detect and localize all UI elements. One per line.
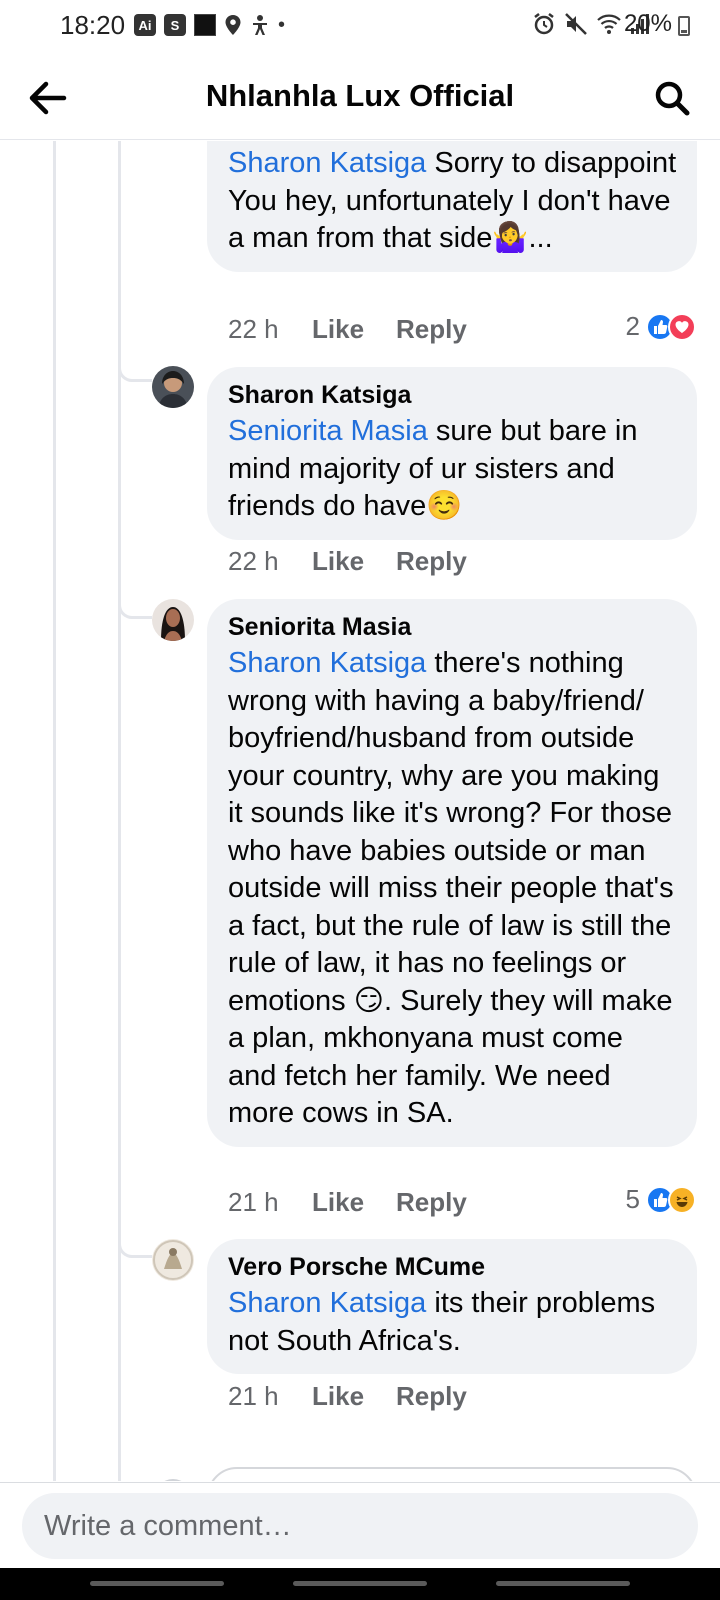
nav-home-button[interactable] xyxy=(293,1581,427,1586)
reply-button[interactable]: Reply xyxy=(396,1381,467,1412)
reply-connector xyxy=(118,603,152,619)
avatar[interactable] xyxy=(152,1239,194,1281)
reply-button[interactable]: Reply xyxy=(396,1187,467,1218)
reply-connector xyxy=(118,366,152,382)
battery-level: 20% xyxy=(623,10,672,37)
search-icon xyxy=(655,81,690,116)
comment-bubble[interactable]: Sharon Katsiga Sorry to disappoint You h… xyxy=(207,141,697,272)
wifi-icon xyxy=(597,14,621,34)
battery-icon xyxy=(678,16,690,36)
comment-actions: 21 h Like Reply xyxy=(228,1378,467,1414)
app-notification-icon: S xyxy=(164,14,186,36)
comment-actions: 21 h Like Reply xyxy=(228,1184,467,1220)
comment-time[interactable]: 22 h xyxy=(228,546,312,577)
alarm-icon xyxy=(534,13,554,35)
avatar[interactable] xyxy=(152,599,194,641)
status-time: 18:20 xyxy=(60,10,126,40)
comment-time[interactable]: 22 h xyxy=(228,314,312,345)
comment-actions: 22 h Like Reply xyxy=(228,311,467,347)
status-bar: 18:20 Ai S • 20% xyxy=(0,0,720,56)
reply-connector xyxy=(118,1242,152,1258)
comment-bubble[interactable]: Sharon Katsiga Seniorita Masia sure but … xyxy=(207,367,697,540)
comment-bubble xyxy=(207,1467,697,1481)
mention-link[interactable]: Sharon Katsiga xyxy=(228,647,426,679)
comment-text: Sharon Katsiga its their problems not So… xyxy=(228,1287,656,1357)
mention-link[interactable]: Seniorita Masia xyxy=(228,415,428,447)
comment-bubble[interactable]: Vero Porsche MCume Sharon Katsiga its th… xyxy=(207,1239,697,1374)
thread-line xyxy=(53,141,56,1481)
comment-time[interactable]: 21 h xyxy=(228,1187,312,1218)
reply-button[interactable]: Reply xyxy=(396,314,467,345)
app-notification-icon: Ai xyxy=(134,14,156,36)
mention-link[interactable]: Sharon Katsiga xyxy=(228,147,426,179)
love-icon xyxy=(668,312,696,341)
reaction-count: 2 xyxy=(625,311,640,341)
comment-author[interactable]: Sharon Katsiga xyxy=(228,379,677,411)
comment-text: Seniorita Masia sure but bare in mind ma… xyxy=(228,415,638,522)
location-icon xyxy=(225,15,241,35)
comment-actions: 22 h Like Reply xyxy=(228,543,467,579)
reaction-count: 5 xyxy=(625,1184,640,1214)
mention-link[interactable]: Sharon Katsiga xyxy=(228,1287,426,1319)
app-notification-icon xyxy=(194,14,216,36)
nav-recents-button[interactable] xyxy=(90,1581,224,1586)
avatar xyxy=(154,1479,192,1481)
avatar[interactable] xyxy=(152,366,194,408)
reactions-summary[interactable]: 2 xyxy=(626,311,696,342)
like-button[interactable]: Like xyxy=(312,314,396,345)
status-icons-left: Ai S • xyxy=(134,14,285,36)
like-button[interactable]: Like xyxy=(312,1381,396,1412)
nav-back-button[interactable] xyxy=(496,1581,630,1586)
system-nav-bar xyxy=(0,1568,720,1600)
dot-icon: • xyxy=(278,14,286,36)
page-title: Nhlanhla Lux Official xyxy=(205,78,515,113)
comment-composer: Write a comment… xyxy=(0,1482,720,1568)
comment-text: Sharon Katsiga there's nothing wrong wit… xyxy=(228,647,674,1129)
comment-bubble[interactable]: Seniorita Masia Sharon Katsiga there's n… xyxy=(207,599,697,1147)
haha-icon xyxy=(668,1185,696,1214)
comment-thread[interactable]: Sharon Katsiga Sorry to disappoint You h… xyxy=(0,141,720,1481)
reply-thread-line xyxy=(118,141,121,1481)
like-button[interactable]: Like xyxy=(312,1187,396,1218)
comment-text: Sharon Katsiga Sorry to disappoint You h… xyxy=(228,147,677,254)
comment-author[interactable]: Seniorita Masia xyxy=(228,611,677,643)
accessibility-icon xyxy=(253,15,267,35)
like-button[interactable]: Like xyxy=(312,546,396,577)
mute-icon xyxy=(565,13,587,35)
search-button[interactable] xyxy=(648,76,696,120)
comment-author[interactable]: Vero Porsche MCume xyxy=(228,1251,677,1283)
comment-time[interactable]: 21 h xyxy=(228,1381,312,1412)
comment-input[interactable]: Write a comment… xyxy=(22,1493,698,1559)
reply-button[interactable]: Reply xyxy=(396,546,467,577)
header: Nhlanhla Lux Official xyxy=(0,56,720,140)
reactions-summary[interactable]: 5 xyxy=(626,1184,696,1215)
